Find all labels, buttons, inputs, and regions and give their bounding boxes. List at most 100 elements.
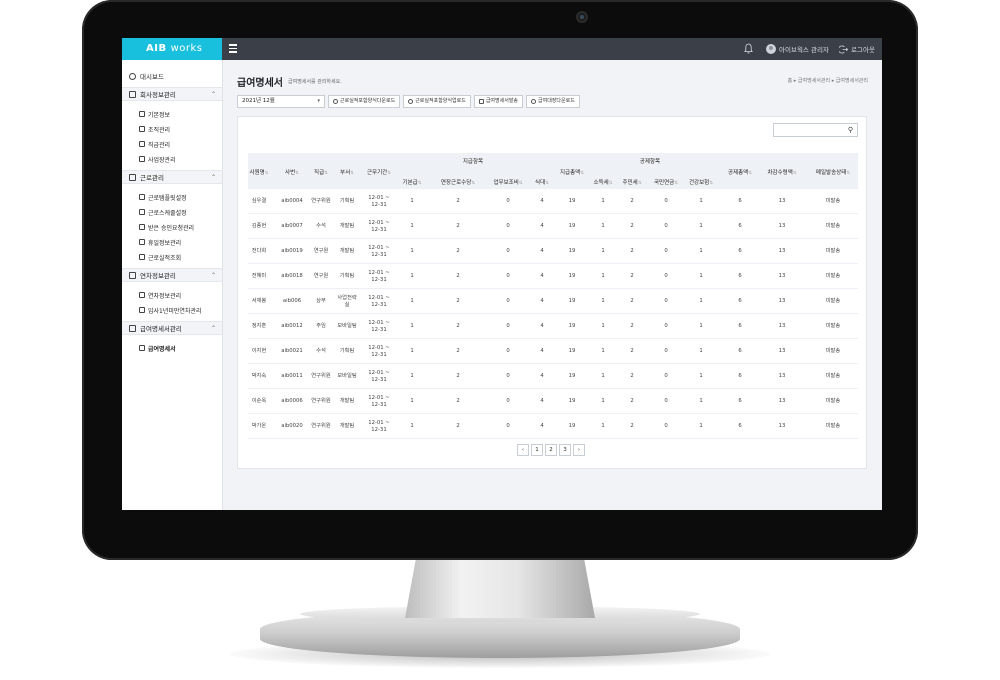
col-pension[interactable]: 국민연금⇅ [651, 178, 681, 186]
sidebar-group-work[interactable]: 근로관리 ⌃ [122, 170, 222, 184]
page-button[interactable]: 2 [545, 444, 557, 456]
col-business[interactable]: 업무보조비⇅ [486, 178, 530, 186]
menu-toggle-icon[interactable] [229, 44, 237, 53]
cell-base: 1 [410, 223, 414, 230]
sidebar-item-position[interactable]: 직급관리 [122, 137, 222, 151]
col-base-pay[interactable]: 기본급⇅ [398, 178, 426, 186]
download-payroll-ledger-button[interactable]: 급여대장다운로드 [526, 95, 580, 108]
table-row[interactable]: 심우결 aib0004 연구위원 기획팀 12-01 ~ 12-31 1 2 0 4 19 1 2 0 1… [248, 189, 858, 214]
cell-dept: 기획팀 [339, 198, 355, 205]
header-label: 기본급 [402, 180, 418, 186]
sidebar-item-dashboard[interactable]: 대시보드 [122, 68, 222, 84]
cell-ded-total: 6 [738, 323, 742, 330]
sidebar-group-label: 근로관리 [140, 174, 164, 182]
cell-ded-total: 6 [738, 373, 742, 380]
sidebar-item-holiday[interactable]: 휴일정보관리 [122, 235, 222, 249]
table-row[interactable]: 정지훈 aib0012 주임 모바일팀 12-01 ~ 12-31 1 2 0 4 19 1 2 0 1 6… [248, 314, 858, 339]
page-button[interactable]: 3 [559, 444, 571, 456]
col-work-period[interactable]: 근무기간⇅ [364, 168, 394, 176]
cell-itax: 1 [601, 273, 605, 280]
bell-icon[interactable] [744, 43, 753, 54]
table-row[interactable]: 전다희 aib0019 연구원 개발팀 12-01 ~ 12-31 1 2 0 4 19 1 2 0 1 6… [248, 239, 858, 264]
document-icon [139, 254, 145, 260]
sidebar-group-payslip[interactable]: 급여명세서관리 ⌃ [122, 321, 222, 335]
page-button[interactable]: 1 [531, 444, 543, 456]
sidebar-item-work-template[interactable]: 근로템플릿설정 [122, 190, 222, 204]
prev-page-button[interactable]: ‹ [517, 444, 529, 456]
sidebar-item-label: 받은 승인요청관리 [148, 224, 195, 232]
cell-ded-total: 6 [738, 248, 742, 255]
month-select[interactable]: 2021년 12월 ▾ [237, 95, 325, 108]
upload-icon [408, 99, 414, 104]
col-dept[interactable]: 부서⇅ [336, 168, 358, 176]
sidebar-item-basic-info[interactable]: 기본정보 [122, 107, 222, 121]
cell-pos: 연구원 [313, 273, 329, 280]
cell-meal: 4 [540, 198, 544, 205]
col-mail-status[interactable]: 메일발송상태⇅ [810, 168, 856, 176]
cell-rtax: 2 [630, 298, 634, 305]
table-row[interactable]: 이순옥 aib0006 연구위원 개발팀 12-01 ~ 12-31 1 2 0 4 19 1 2 0 1… [248, 389, 858, 414]
col-resident-tax[interactable]: 주민세⇅ [620, 178, 644, 186]
table-row[interactable]: 박가온 aib0020 연구위원 개발팀 12-01 ~ 12-31 1 2 0 4 19 1 2 0 1… [248, 414, 858, 439]
logout-button[interactable]: 로그아웃 [839, 43, 875, 55]
table-row[interactable]: 서재봉 aib006 상무 사업전략실 12-01 ~ 12-31 1 2 0 4 19 1 2 0 1 6… [248, 289, 858, 314]
sidebar-item-work-schedule[interactable]: 근로스케줄설정 [122, 205, 222, 219]
table-row[interactable]: 박지숙 aib0011 연구위원 모바일팀 12-01 ~ 12-31 1 2 0 4 19 1 2 0… [248, 364, 858, 389]
sidebar-item-approval[interactable]: 받은 승인요청관리 [122, 220, 222, 234]
cell-no: aib0011 [281, 373, 303, 380]
col-net-pay[interactable]: 차감수령액⇅ [764, 168, 800, 176]
col-position[interactable]: 직급⇅ [310, 168, 332, 176]
cell-ded-total: 6 [738, 348, 742, 355]
cell-period: 12-01 ~ 12-31 [368, 220, 390, 233]
col-deduct-total[interactable]: 공제총액⇅ [725, 168, 755, 176]
cell-status: 미발송 [825, 348, 841, 355]
cell-pay-total: 19 [568, 348, 576, 355]
col-overtime[interactable]: 연장근로수당⇅ [431, 178, 485, 186]
sidebar-item-workplace[interactable]: 사업장관리 [122, 152, 222, 166]
cell-base: 1 [410, 373, 414, 380]
sidebar-item-payslip[interactable]: 급여명세서 [122, 341, 222, 355]
col-income-tax[interactable]: 소득세⇅ [591, 178, 615, 186]
cell-base: 1 [410, 198, 414, 205]
sidebar-group-annual-leave[interactable]: 연차정보관리 ⌃ [122, 268, 222, 282]
col-health[interactable]: 건강보험⇅ [686, 178, 716, 186]
send-payslip-button[interactable]: 급여명세서발송 [473, 95, 524, 108]
table-row[interactable]: 김종현 aib0007 수석 개발팀 12-01 ~ 12-31 1 2 0 4 19 1 2 0 1 6 1… [248, 214, 858, 239]
header-group-pay: 지급항목 [462, 159, 484, 165]
caret-down-icon: ▾ [317, 98, 320, 104]
download-template-with-results-button[interactable]: 근로실적포함양식다운로드 [328, 95, 401, 108]
sidebar-item-annual-leave[interactable]: 연차정보관리 [122, 288, 222, 302]
app-logo[interactable]: AIB works [122, 38, 222, 60]
header-group-deduct: 공제항목 [639, 159, 661, 165]
user-menu[interactable]: 아이브웍스 관리자 [766, 43, 829, 55]
cell-meal: 4 [540, 423, 544, 430]
cell-meal: 4 [540, 373, 544, 380]
table-row[interactable]: 이지현 aib0021 수석 기획팀 12-01 ~ 12-31 1 2 0 4 19 1 2 0 1 6 1… [248, 339, 858, 364]
cell-name: 심우결 [251, 198, 267, 205]
cell-health: 1 [699, 373, 703, 380]
col-employee-name[interactable]: 사원명⇅ [248, 168, 270, 176]
chevron-up-icon: ⌃ [210, 91, 216, 98]
cell-status: 미발송 [825, 273, 841, 280]
cell-pay-total: 19 [568, 423, 576, 430]
next-page-button[interactable]: › [573, 444, 585, 456]
sidebar-group-company[interactable]: 회사정보관리 ⌃ [122, 87, 222, 101]
cell-health: 1 [699, 223, 703, 230]
upload-template-with-results-button[interactable]: 근로실적포함양식업로드 [403, 95, 471, 108]
search-input[interactable]: ⚲ [773, 123, 858, 137]
header-label: 공제총액 [727, 170, 749, 176]
button-label: 급여대장다운로드 [538, 98, 575, 104]
cell-no: aib0004 [281, 198, 303, 205]
col-pay-total[interactable]: 지급총액⇅ [556, 168, 588, 176]
top-bar: AIB works 아이브웍스 관리자 로그아웃 [122, 38, 882, 60]
document-icon [139, 224, 145, 230]
screen: AIB works 아이브웍스 관리자 로그아웃 대시보드 회사정보관리 ⌃ 기본… [122, 38, 882, 510]
table-row[interactable]: 전혜미 aib0018 연구원 기획팀 12-01 ~ 12-31 1 2 0 4 19 1 2 0 1 6… [248, 264, 858, 289]
cell-dept: 개발팀 [339, 398, 355, 405]
sidebar-item-org[interactable]: 조직관리 [122, 122, 222, 136]
sidebar-item-work-results[interactable]: 근로실적조회 [122, 250, 222, 264]
cell-health: 1 [699, 323, 703, 330]
sidebar-item-new-hire-leave[interactable]: 입사1년미만연차관리 [122, 303, 222, 317]
col-meal[interactable]: 식대⇅ [531, 178, 553, 186]
col-employee-no[interactable]: 사번⇅ [281, 168, 303, 176]
